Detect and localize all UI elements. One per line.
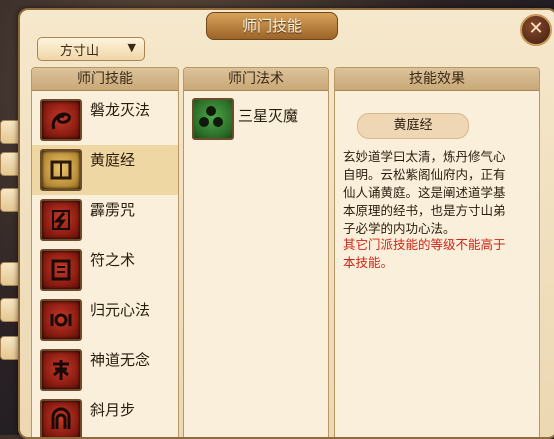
skill-item-pilizhou[interactable]: 霹雳咒 — [32, 195, 178, 245]
effect-description-line: 本原理的经书，也是方寸山弟 — [343, 203, 506, 218]
skill-item-guiyuanxinfa[interactable]: 归元心法 — [32, 295, 178, 345]
effect-description-line: 玄妙道学曰太清，炼丹修气心 — [343, 149, 506, 164]
school-dropdown[interactable]: 方寸山 ▼ — [37, 37, 145, 61]
effect-warning-line: 本技能。 — [343, 255, 394, 270]
skill-item-label: 磐龙灭法 — [90, 101, 151, 119]
skills-panel-header: 师门技能 — [32, 68, 178, 91]
school-dropdown-value: 方寸山 — [60, 44, 100, 59]
skill-item-huangtingjing[interactable]: 黄庭经 — [32, 145, 178, 195]
spirit-path-glyph-icon — [40, 349, 82, 391]
dragon-glyph-icon — [40, 99, 82, 141]
effect-description-line: 自明。云松紫阁仙府内，正有 — [343, 167, 506, 182]
talisman-glyph-icon — [40, 249, 82, 291]
skill-item-label: 斜月步 — [90, 401, 136, 419]
magic-panel-header: 师门法术 — [184, 68, 328, 91]
effect-description-line: 仙人诵黄庭。这是阐述道学基 — [343, 185, 506, 200]
effect-warning-line: 其它门派技能的等级不能高于 — [343, 237, 506, 252]
magic-item-sanxingmiemo[interactable]: 三星灭魔 — [184, 93, 328, 143]
effect-panel-header: 技能效果 — [335, 68, 539, 91]
skill-item-fuzhishu[interactable]: 符之术 — [32, 245, 178, 295]
skill-item-label: 霹雳咒 — [90, 201, 136, 219]
skill-item-label: 归元心法 — [90, 301, 151, 319]
window-title: 师门技能 — [206, 12, 338, 40]
skill-item-xieyuebu[interactable]: 斜月步 — [32, 395, 178, 437]
lightning-glyph-icon — [40, 199, 82, 241]
skills-window: 师门技能 ✕ 方寸山 ▼ 师门技能 磐龙灭法 黄庭经 霹雳咒 符之术 归元心法 … — [18, 8, 554, 439]
effect-warning: 其它门派技能的等级不能高于 本技能。 — [343, 236, 527, 272]
close-icon[interactable]: ✕ — [520, 14, 552, 46]
skills-panel: 师门技能 磐龙灭法 黄庭经 霹雳咒 符之术 归元心法 神道无念 斜月步 — [31, 67, 179, 437]
skill-item-shendaowunian[interactable]: 神道无念 — [32, 345, 178, 395]
scroll-book-icon — [40, 149, 82, 191]
skill-item-label: 黄庭经 — [90, 151, 136, 169]
three-stars-icon — [192, 98, 234, 140]
effect-skill-name: 黄庭经 — [357, 113, 469, 139]
skill-item-panlong[interactable]: 磐龙灭法 — [32, 95, 178, 145]
skill-item-label: 神道无念 — [90, 351, 151, 369]
magic-panel: 师门法术 三星灭魔 — [183, 67, 329, 437]
chevron-down-icon: ▼ — [127, 41, 136, 54]
effect-panel: 技能效果 黄庭经 玄妙道学曰太清，炼丹修气心 自明。云松紫阁仙府内，正有 仙人诵… — [334, 67, 540, 437]
effect-description: 玄妙道学曰太清，炼丹修气心 自明。云松紫阁仙府内，正有 仙人诵黄庭。这是阐述道学… — [343, 148, 527, 238]
moon-step-glyph-icon — [40, 399, 82, 437]
skill-item-label: 符之术 — [90, 251, 136, 269]
magic-item-label: 三星灭魔 — [238, 107, 299, 125]
return-origin-glyph-icon — [40, 299, 82, 341]
